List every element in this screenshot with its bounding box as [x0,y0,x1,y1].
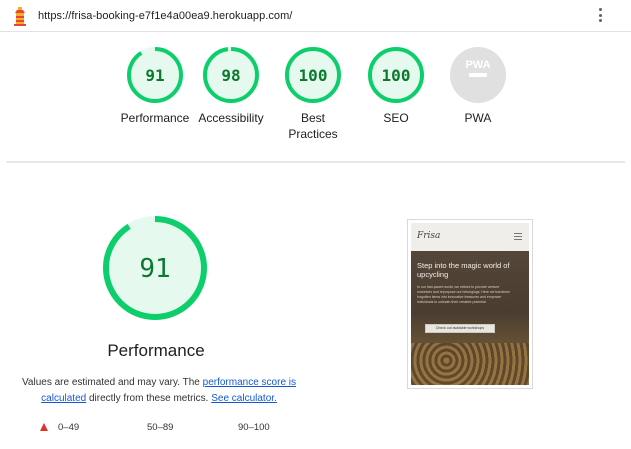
gauge-label-line: Practices [288,127,338,141]
top-bar: https://frisa-booking-e7f1e4a00ea9.herok… [0,0,631,32]
note-text: Values are estimated and may vary. The [21,377,203,388]
thumb-brand-logo: Frisa [417,231,441,241]
hamburger-icon [514,233,522,242]
gauge-best-practices[interactable]: 100 Best Practices [269,46,357,142]
thumb-hero-heading: Step into the magic world of upcycling [417,261,510,279]
performance-score-gauge: 91 [100,213,210,328]
gauge-label-line: Best [300,111,325,125]
gauge-score: 100 [299,66,328,85]
seo-gauge-ring: 100 [368,47,424,103]
best-practices-gauge-ring: 100 [285,47,341,103]
gauge-label: Best Practices [269,110,357,142]
thumb-hero-pattern [411,343,529,385]
legend-pass: 90–100 [238,422,270,433]
see-calculator-link[interactable]: See calculator. [211,393,277,404]
screenshot-image: Frisa Step into the magic world of upcyc… [411,223,529,385]
section-divider [6,161,625,163]
thumb-site-header: Frisa [411,223,529,251]
report-url[interactable]: https://frisa-booking-e7f1e4a00ea9.herok… [38,10,292,22]
gauge-pwa[interactable]: PWA PWA [434,46,522,126]
legend-average: 50–89 [147,422,173,433]
legend-range: 50–89 [147,422,174,433]
gauge-score: 98 [221,66,240,85]
performance-gauge-ring: 91 [127,47,183,103]
more-vert-icon[interactable] [594,8,606,26]
score-note: Values are estimated and may vary. The p… [14,375,304,407]
accessibility-gauge-ring: 98 [203,47,259,103]
gauge-score: 91 [145,66,164,85]
pwa-badge-text: PWA [465,59,490,71]
lighthouse-icon [14,7,26,26]
gauge-performance[interactable]: 91 Performance [111,46,199,126]
performance-heading: Performance [107,341,205,360]
pwa-badge-icon: PWA [450,47,506,103]
gauge-accessibility[interactable]: 98 Accessibility [187,46,275,126]
thumb-hero-button: Check out available workshops [425,324,495,333]
gauge-label: Accessibility [198,111,264,125]
gauge-score: 100 [382,66,411,85]
performance-gauge-ring-large: 91 [103,216,207,320]
legend-range: 0–49 [58,422,80,433]
performance-score-value: 91 [139,254,170,284]
legend-fail: 0–49 [40,422,79,433]
thumb-hero-text: In our fast-paced world, we strived to p… [417,285,511,304]
legend-range: 90–100 [238,422,270,433]
fail-triangle-icon [40,423,48,431]
final-screenshot-thumbnail[interactable]: Frisa Step into the magic world of upcyc… [407,219,533,389]
gauge-label: PWA [464,111,492,125]
gauge-seo[interactable]: 100 SEO [352,46,440,126]
gauge-label: SEO [383,111,409,125]
gauge-label: Performance [120,111,190,125]
note-text-middle: directly from these metrics. [86,393,212,404]
